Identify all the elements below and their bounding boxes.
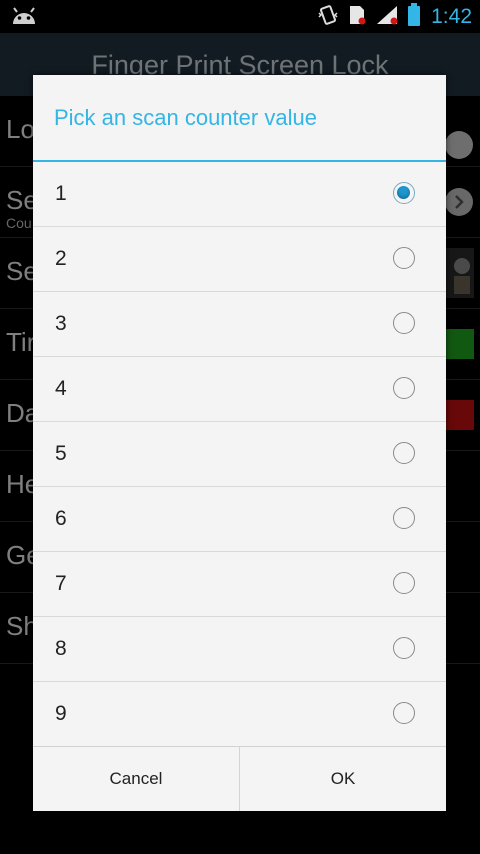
- radio-button[interactable]: [393, 702, 415, 724]
- dialog-title: Pick an scan counter value: [54, 105, 317, 130]
- option-label: 6: [55, 507, 67, 530]
- scan-counter-dialog: Pick an scan counter value 1 2 3 4 5 6 7: [33, 75, 446, 811]
- radio-button[interactable]: [393, 637, 415, 659]
- radio-button[interactable]: [393, 377, 415, 399]
- android-debug-icon: [10, 6, 38, 26]
- option-list: 1 2 3 4 5 6 7 8 9: [33, 162, 446, 747]
- radio-button[interactable]: [393, 572, 415, 594]
- option-label: 2: [55, 247, 67, 270]
- radio-button[interactable]: [393, 442, 415, 464]
- option-item-2[interactable]: 2: [33, 227, 446, 292]
- battery-icon: [407, 3, 421, 31]
- radio-button[interactable]: [393, 247, 415, 269]
- option-item-1[interactable]: 1: [33, 162, 446, 227]
- ok-button[interactable]: OK: [240, 747, 446, 811]
- option-label: 5: [55, 442, 67, 465]
- option-item-5[interactable]: 5: [33, 422, 446, 487]
- vibrate-icon: [317, 4, 339, 30]
- radio-button[interactable]: [393, 312, 415, 334]
- option-item-9[interactable]: 9: [33, 682, 446, 747]
- radio-button-checked[interactable]: [393, 182, 415, 204]
- option-label: 7: [55, 572, 67, 595]
- option-item-4[interactable]: 4: [33, 357, 446, 422]
- cancel-button[interactable]: Cancel: [33, 747, 239, 811]
- dialog-button-bar: Cancel OK: [33, 747, 446, 811]
- signal-icon: [375, 4, 399, 30]
- option-label: 8: [55, 637, 67, 660]
- option-item-3[interactable]: 3: [33, 292, 446, 357]
- option-item-6[interactable]: 6: [33, 487, 446, 552]
- radio-button[interactable]: [393, 507, 415, 529]
- option-label: 3: [55, 312, 67, 335]
- option-label: 1: [55, 182, 67, 205]
- option-item-7[interactable]: 7: [33, 552, 446, 617]
- option-item-8[interactable]: 8: [33, 617, 446, 682]
- option-label: 4: [55, 377, 67, 400]
- status-time: 1:42: [431, 5, 472, 28]
- option-label: 9: [55, 702, 67, 725]
- sd-card-icon: [347, 4, 367, 30]
- status-bar: 1:42: [0, 0, 480, 33]
